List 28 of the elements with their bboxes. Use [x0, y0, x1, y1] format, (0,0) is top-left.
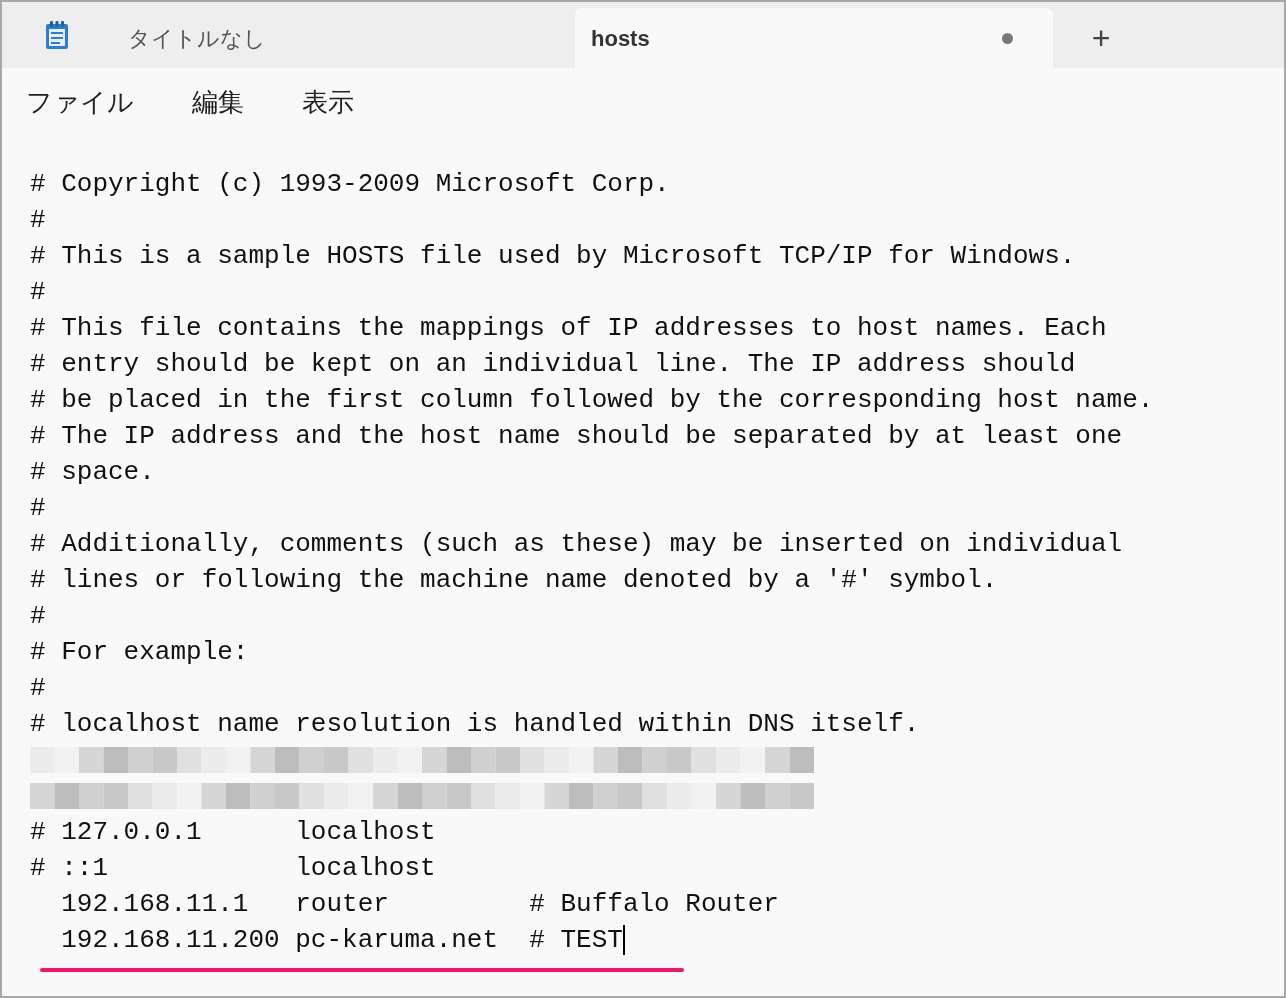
text-line: # This is a sample HOSTS file used by Microsoft TCP/IP for Windows.	[30, 239, 1076, 273]
notepad-icon	[43, 20, 71, 50]
menu-item[interactable]: 表示	[302, 78, 354, 126]
text-line: #	[30, 491, 46, 525]
text-line: # 127.0.0.1 localhost	[30, 815, 436, 849]
text-line: # ::1 localhost	[30, 851, 436, 885]
text-line: # localhost name resolution is handled within DNS itself.	[30, 707, 920, 741]
text-line: # For example:	[30, 635, 249, 669]
text-line: # lines or following the machine name denoted by a '#' symbol.	[30, 563, 998, 597]
text-line: #	[30, 671, 46, 705]
text-line: # This file contains the mappings of IP addresses to host names. Each	[30, 311, 1107, 345]
menu-item[interactable]: 編集	[192, 78, 244, 126]
tab[interactable]: タイトルなし	[112, 8, 575, 68]
tab[interactable]: hosts	[575, 8, 1053, 68]
new-tab-button[interactable]: +	[1053, 8, 1149, 68]
text-line: # Copyright (c) 1993-2009 Microsoft Corp.	[30, 167, 670, 201]
menu-item[interactable]: ファイル	[26, 78, 134, 126]
text-line: # The IP address and the host name should be separated by at least one	[30, 419, 1123, 453]
text-line: #	[30, 275, 46, 309]
text-line: 192.168.11.200 pc-karuma.net # TEST	[60, 923, 623, 957]
text-line: # entry should be kept on an individual line. The IP address should	[30, 347, 1076, 381]
text-line: #	[30, 599, 46, 633]
text-line: # Additionally, comments (such as these) may be inserted on individual	[30, 527, 1123, 561]
text-line: 192.168.11.1 router # Buffalo Router	[60, 887, 779, 921]
text-cursor	[622, 925, 625, 955]
text-line: #	[30, 203, 46, 237]
text-line: # be placed in the first column followed by the corresponding host name.	[30, 383, 1154, 417]
text-line: # space.	[30, 455, 155, 489]
